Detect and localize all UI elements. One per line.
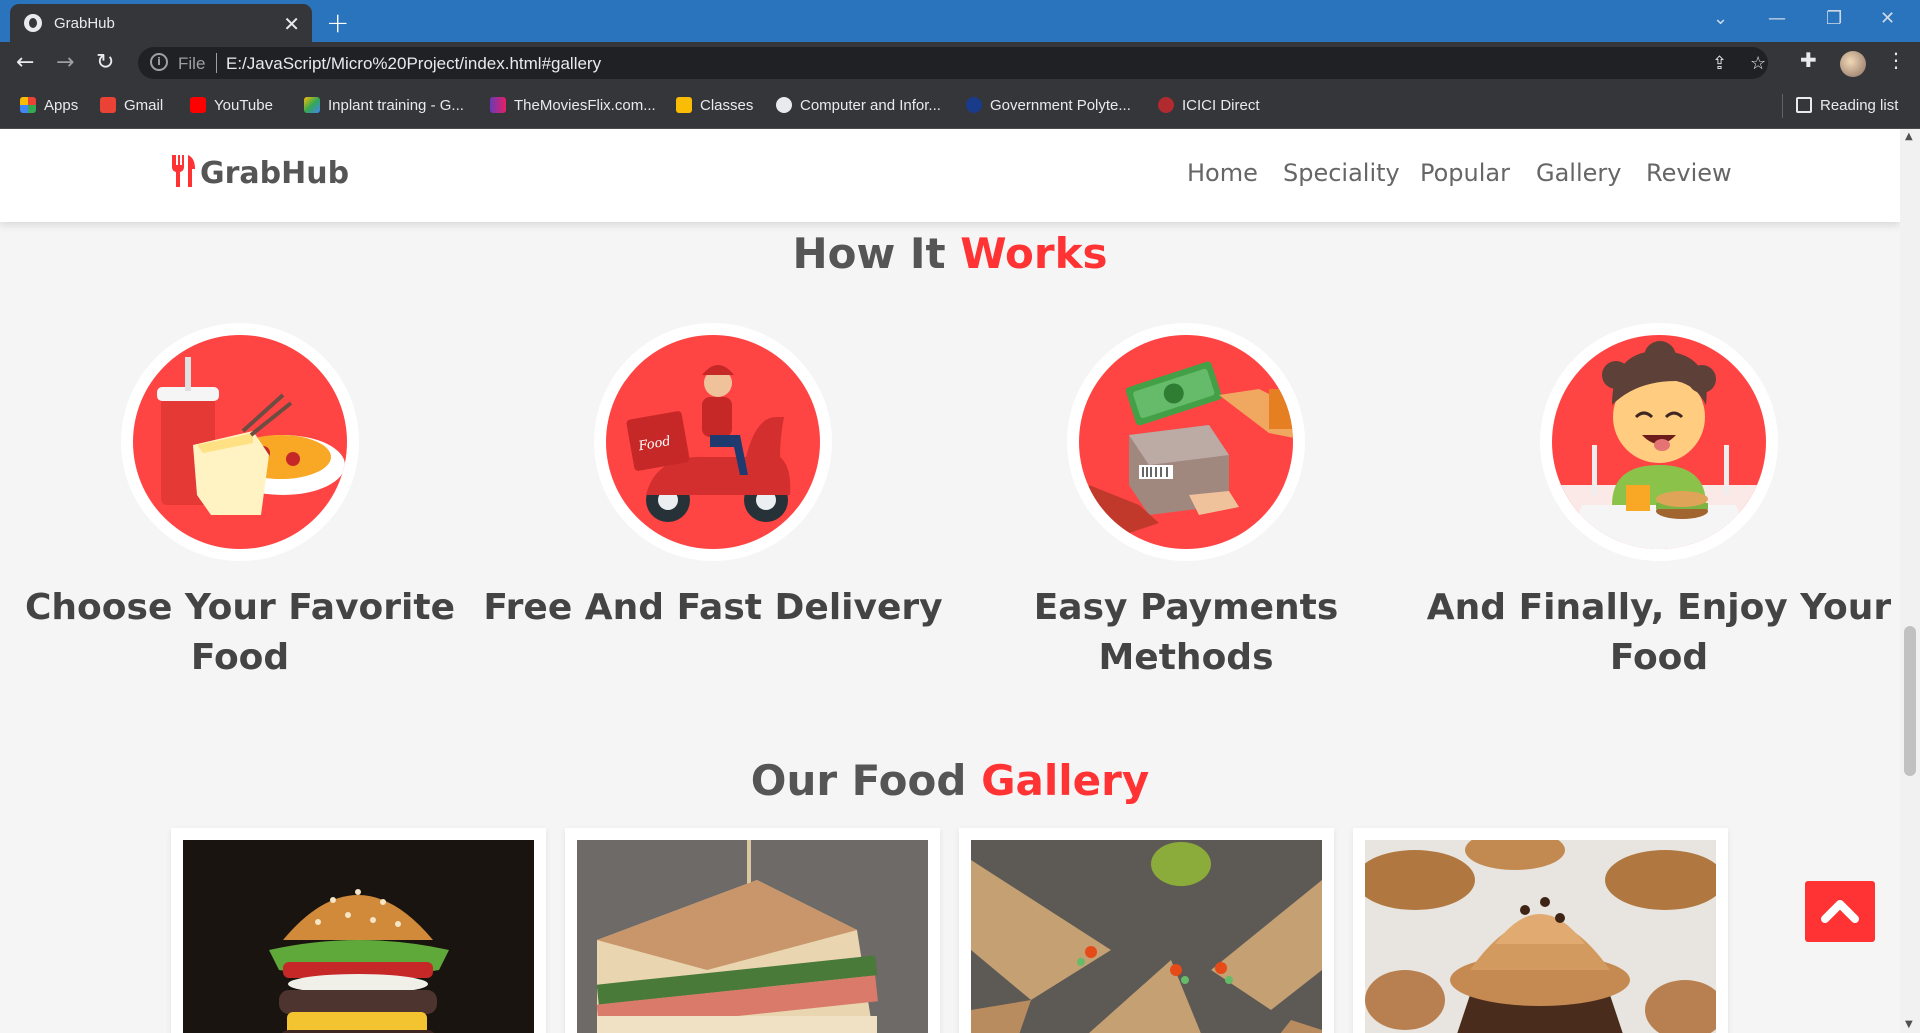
browser-chrome: GrabHub ✕ + ⌄ — ❐ ✕ ← → ↻ i File E:/Java… (0, 0, 1920, 129)
bookmark-gmail[interactable]: Gmail (100, 97, 163, 114)
close-tab-icon[interactable]: ✕ (283, 12, 300, 36)
bookmark-computer[interactable]: Computer and Infor... (776, 97, 941, 114)
step-card: Easy Payments Methods (951, 323, 1421, 683)
restore-icon[interactable]: ❐ (1826, 8, 1842, 29)
profile-avatar[interactable] (1840, 51, 1866, 77)
nav-gallery[interactable]: Gallery (1536, 159, 1621, 187)
bookmark-youtube[interactable]: YouTube (190, 97, 273, 114)
forward-icon[interactable]: → (56, 50, 74, 75)
scroll-to-top-button[interactable] (1805, 881, 1875, 942)
tab-search-icon[interactable]: ⌄ (1713, 8, 1728, 29)
step-label: Easy Payments Methods (1033, 587, 1339, 678)
wraps-image (971, 840, 1322, 1033)
site-info-icon[interactable]: i (150, 53, 168, 71)
polytechnic-icon (966, 97, 982, 113)
bookmark-government[interactable]: Government Polyte... (966, 97, 1131, 114)
how-it-works-title: How It Works (792, 229, 1108, 278)
nav-speciality[interactable]: Speciality (1283, 159, 1400, 187)
bookmark-icici[interactable]: ICICI Direct (1158, 97, 1260, 114)
step-image-ring (121, 323, 359, 561)
url-scheme: File (178, 54, 206, 73)
step-card: Choose Your Favorite Food (5, 323, 475, 683)
bookmark-apps[interactable]: Apps (20, 97, 78, 114)
back-icon[interactable]: ← (16, 50, 34, 75)
bookmark-inplant[interactable]: Inplant training - G... (304, 97, 464, 114)
chevron-up-icon (1821, 900, 1859, 923)
omnibox[interactable]: i File E:/JavaScript/Micro%20Project/ind… (138, 47, 1768, 79)
icici-icon (1158, 97, 1174, 113)
gmail-icon (100, 97, 116, 113)
step-label: Free And Fast Delivery (483, 587, 943, 628)
bookmarks-separator (1782, 94, 1783, 118)
sandwich-image (577, 840, 928, 1033)
bookmark-moviesflix[interactable]: TheMoviesFlix.com... (490, 97, 656, 114)
step-label: Choose Your Favorite Food (25, 587, 455, 678)
page-scrollbar[interactable]: ▲ ▼ (1900, 129, 1920, 1033)
share-icon[interactable]: ⇪ (1712, 53, 1727, 74)
moviesflix-icon (490, 97, 506, 113)
step-image-ring: Food (594, 323, 832, 561)
step-label: And Finally, Enjoy Your Food (1426, 587, 1892, 678)
minimize-icon[interactable]: — (1768, 8, 1786, 29)
gallery-card-sandwich[interactable] (565, 828, 940, 1033)
globe-icon (776, 97, 792, 113)
nav-popular[interactable]: Popular (1420, 159, 1510, 187)
cash-payment-icon (1079, 335, 1293, 549)
step-image-ring (1540, 323, 1778, 561)
tab-title: GrabHub (54, 15, 115, 32)
bookmark-classes[interactable]: Classes (676, 97, 753, 114)
scrollbar-thumb[interactable] (1904, 626, 1916, 776)
reload-icon[interactable]: ↻ (96, 50, 114, 75)
drive-icon (304, 97, 320, 113)
reading-list-icon (1796, 97, 1812, 113)
globe-icon (24, 14, 42, 32)
happy-eater-icon (1552, 335, 1766, 549)
scroll-up-arrow-icon[interactable]: ▲ (1905, 131, 1913, 142)
close-window-icon[interactable]: ✕ (1880, 8, 1895, 29)
scooter-delivery-icon: Food (606, 335, 820, 549)
new-tab-button[interactable]: + (326, 6, 349, 39)
extensions-puzzle-icon[interactable]: ✚ (1800, 48, 1817, 72)
classroom-icon (676, 97, 692, 113)
page-viewport: GrabHub Home Speciality Popular Gallery … (0, 129, 1900, 1033)
utensils-icon (172, 155, 195, 187)
cupcakes-image (1365, 840, 1716, 1033)
bookmark-star-icon[interactable]: ☆ (1750, 53, 1766, 74)
scroll-down-arrow-icon[interactable]: ▼ (1905, 1019, 1913, 1030)
step-card: Food Free And Fast Delivery (478, 323, 948, 633)
apps-grid-icon (20, 97, 36, 113)
logo-text: GrabHub (200, 156, 350, 191)
food-combo-icon (133, 335, 347, 549)
menu-kebab-icon[interactable]: ⋮ (1886, 48, 1906, 72)
gallery-card-wraps[interactable] (959, 828, 1334, 1033)
bookmarks-bar: Apps Gmail YouTube Inplant training - G.… (0, 84, 1920, 129)
url-text[interactable]: E:/JavaScript/Micro%20Project/index.html… (226, 54, 601, 74)
nav-home[interactable]: Home (1187, 159, 1258, 187)
gallery-card-burger[interactable] (171, 828, 546, 1033)
gallery-card-cupcakes[interactable] (1353, 828, 1728, 1033)
tab-strip: GrabHub ✕ + ⌄ — ❐ ✕ (0, 0, 1920, 42)
url-divider (216, 53, 217, 73)
browser-tab[interactable]: GrabHub ✕ (10, 4, 312, 42)
youtube-icon (190, 97, 206, 113)
address-bar-row: ← → ↻ i File E:/JavaScript/Micro%20Proje… (0, 42, 1920, 84)
reading-list[interactable]: Reading list (1796, 97, 1898, 114)
site-logo[interactable]: GrabHub (170, 155, 349, 191)
gallery-title: Our Food Gallery (750, 756, 1150, 805)
burger-image (183, 840, 534, 1033)
nav-review[interactable]: Review (1646, 159, 1732, 187)
site-header: GrabHub Home Speciality Popular Gallery … (0, 129, 1900, 222)
step-image-ring (1067, 323, 1305, 561)
step-card: And Finally, Enjoy Your Food (1424, 323, 1894, 683)
